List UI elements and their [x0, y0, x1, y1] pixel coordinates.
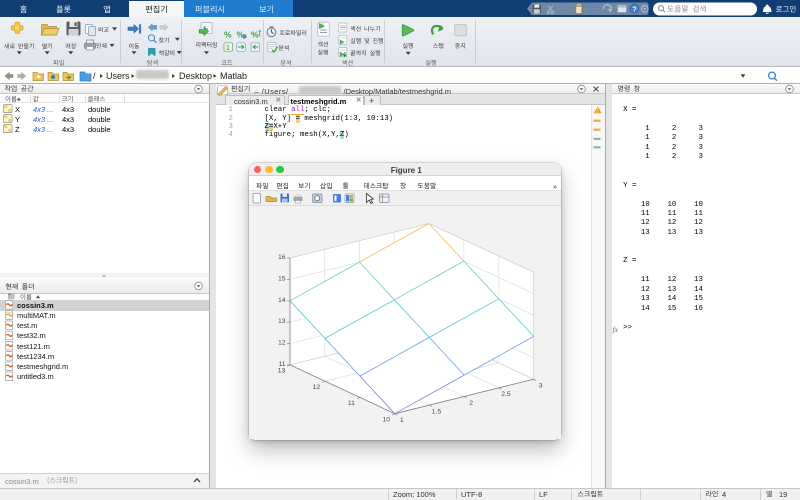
svg-text:1: 1 [226, 45, 230, 52]
svg-text:»: » [553, 184, 557, 191]
svg-text:%: % [251, 30, 259, 40]
svg-text:%: % [224, 30, 232, 40]
svg-text:?: ? [632, 5, 637, 14]
